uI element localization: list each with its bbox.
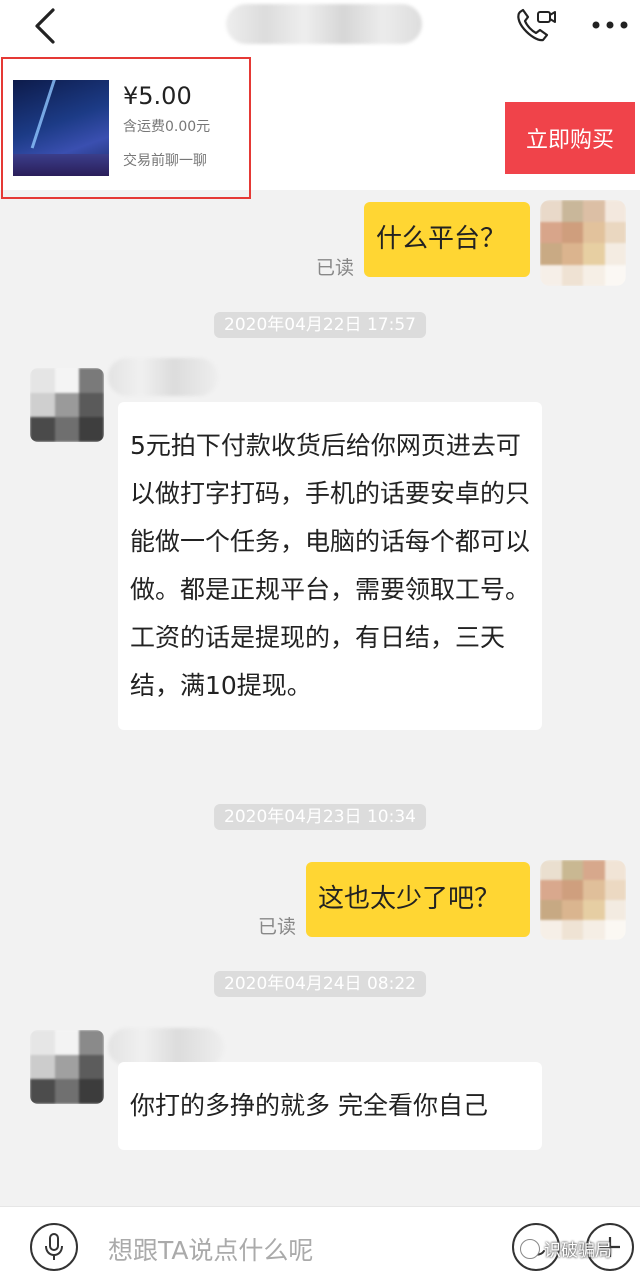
- chevron-left-icon: [35, 8, 55, 44]
- message-bubble-mine[interactable]: 什么平台？: [364, 202, 530, 277]
- microphone-icon: [45, 1233, 63, 1260]
- contact-avatar[interactable]: [30, 368, 104, 442]
- chat-before-trade: 交易前聊一聊: [123, 153, 207, 169]
- product-thumbnail[interactable]: [13, 80, 109, 176]
- contact-avatar[interactable]: [30, 1030, 104, 1104]
- contact-name-blurred: [108, 358, 218, 396]
- product-price: ¥5.00: [123, 82, 192, 110]
- voice-button[interactable]: [30, 1223, 78, 1271]
- buy-now-button[interactable]: 立即购买: [505, 102, 635, 174]
- timestamp: 2020年04月24日 08:22: [214, 971, 426, 997]
- my-avatar[interactable]: [540, 200, 626, 286]
- my-avatar[interactable]: [540, 860, 626, 940]
- more-button[interactable]: [590, 10, 630, 40]
- call-button[interactable]: [514, 6, 556, 46]
- message-bubble-theirs[interactable]: 5元拍下付款收货后给你网页进去可以做打字打码，手机的话要安卓的只能做一个任务，电…: [118, 402, 542, 730]
- back-button[interactable]: [30, 8, 60, 44]
- read-receipt: 已读: [316, 257, 355, 279]
- message-bubble-theirs[interactable]: 你打的多挣的就多 完全看你自己: [118, 1062, 542, 1150]
- more-dots-icon: [592, 21, 628, 29]
- watermark-text: 识破骗局: [544, 1241, 612, 1261]
- timestamp: 2020年04月22日 17:57: [214, 312, 426, 338]
- wechat-logo-icon: [520, 1238, 540, 1259]
- contact-name-blurred: [226, 4, 422, 44]
- message-bubble-mine[interactable]: 这也太少了吧？: [306, 862, 530, 937]
- contact-name-blurred: [108, 1028, 224, 1066]
- phone-video-icon: [517, 8, 556, 42]
- read-receipt: 已读: [258, 916, 297, 938]
- timestamp: 2020年04月23日 10:34: [214, 804, 426, 830]
- product-card[interactable]: ¥5.00 含运费0.00元 交易前聊一聊 立即购买: [0, 52, 640, 199]
- message-input[interactable]: 想跟TA说点什么呢: [108, 1231, 313, 1267]
- chat-header: [0, 0, 640, 52]
- watermark: 识破骗局: [520, 1236, 612, 1261]
- shipping-fee: 含运费0.00元: [123, 119, 211, 135]
